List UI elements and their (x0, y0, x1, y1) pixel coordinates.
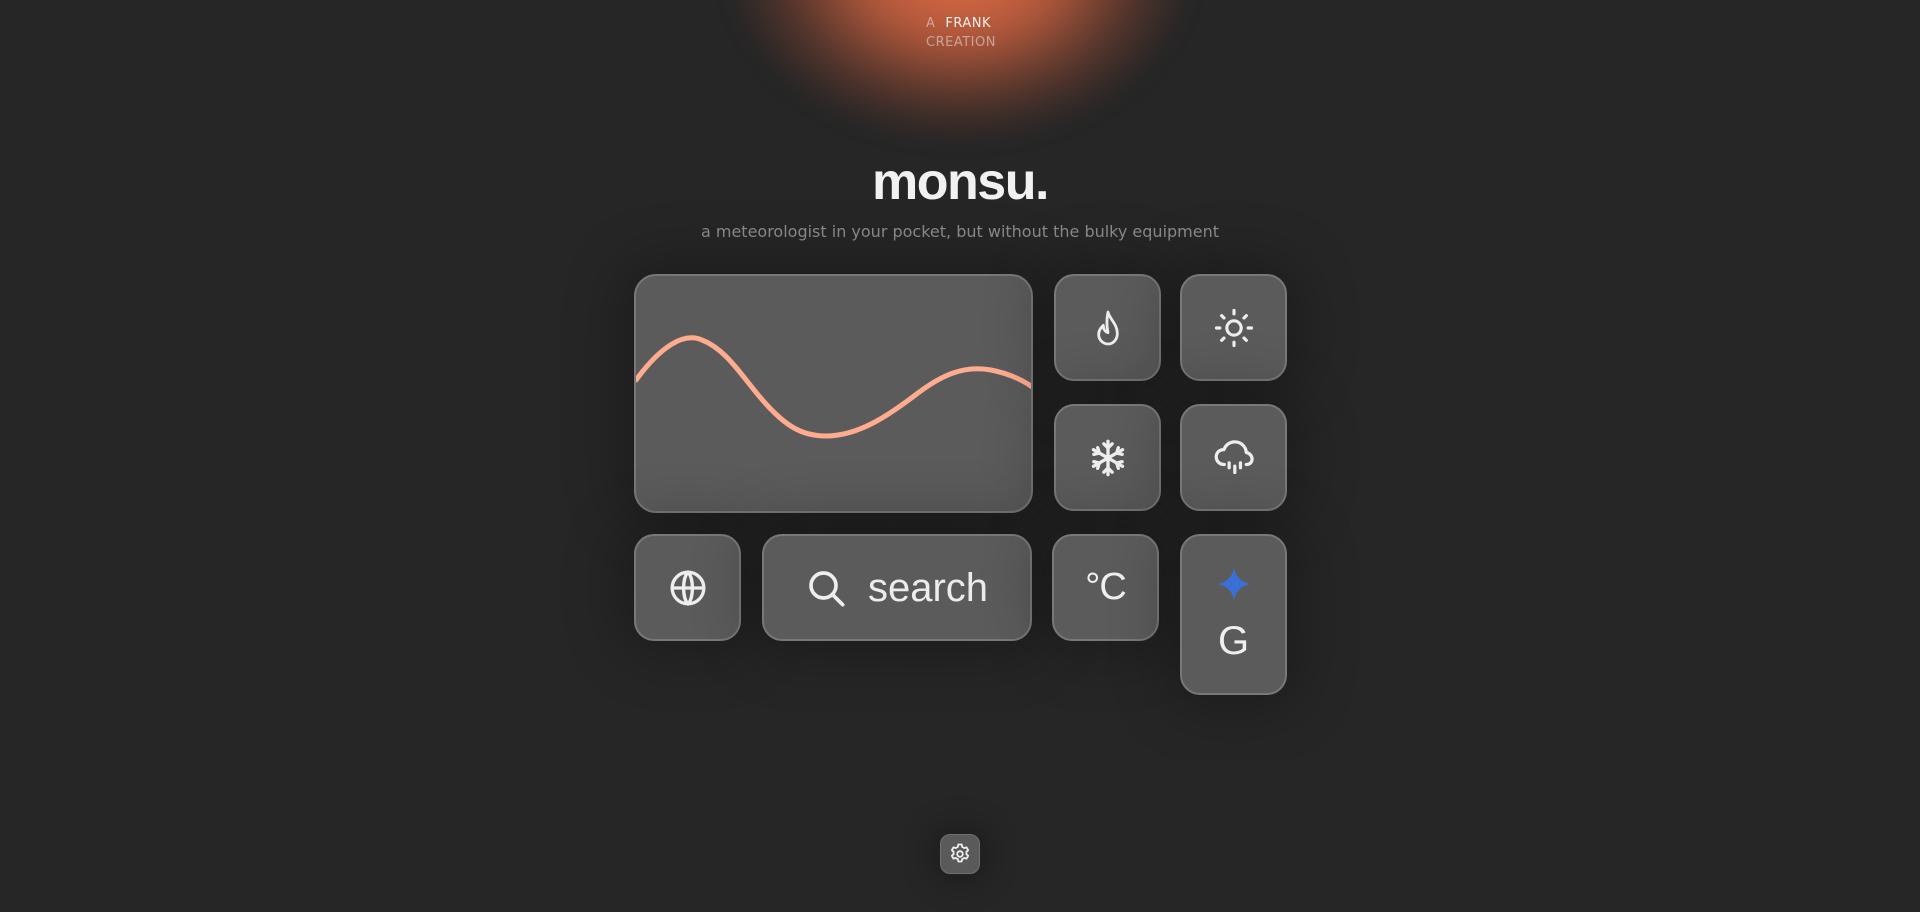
search-label: search (867, 565, 989, 610)
creator-credit: A FRANK CREATION (926, 14, 996, 52)
flame-icon (1092, 309, 1124, 347)
snow-button[interactable] (1054, 404, 1161, 511)
app-root: A FRANK CREATION monsu. a meteorologist i… (0, 0, 1920, 912)
ai-assistant-label: G (1217, 619, 1250, 663)
location-button[interactable] (634, 534, 741, 641)
snowflake-icon (1088, 438, 1128, 478)
gear-icon (948, 842, 972, 866)
credit-suffix: CREATION (926, 35, 996, 50)
heat-button[interactable] (1054, 274, 1161, 381)
globe-icon (668, 568, 708, 608)
rain-button[interactable] (1180, 404, 1287, 511)
app-subtitle: a meteorologist in your pocket, but with… (700, 222, 1220, 241)
temperature-graph-tile (634, 274, 1033, 513)
sparkle-icon (1215, 565, 1253, 603)
settings-button[interactable] (940, 834, 980, 874)
ai-assistant-button[interactable]: G (1180, 534, 1287, 695)
sunny-button[interactable] (1180, 274, 1287, 381)
cloud-rain-icon (1213, 438, 1255, 478)
temperature-wave (636, 335, 1031, 439)
credit-prefix: A (926, 16, 936, 31)
search-button[interactable]: search (762, 534, 1032, 641)
unit-toggle-button[interactable]: °C (1052, 534, 1159, 641)
app-title: monsu. (872, 153, 1049, 211)
search-icon (806, 568, 846, 608)
sun-icon (1214, 308, 1254, 348)
credit-name: FRANK (945, 16, 992, 31)
unit-label: °C (1085, 566, 1127, 608)
